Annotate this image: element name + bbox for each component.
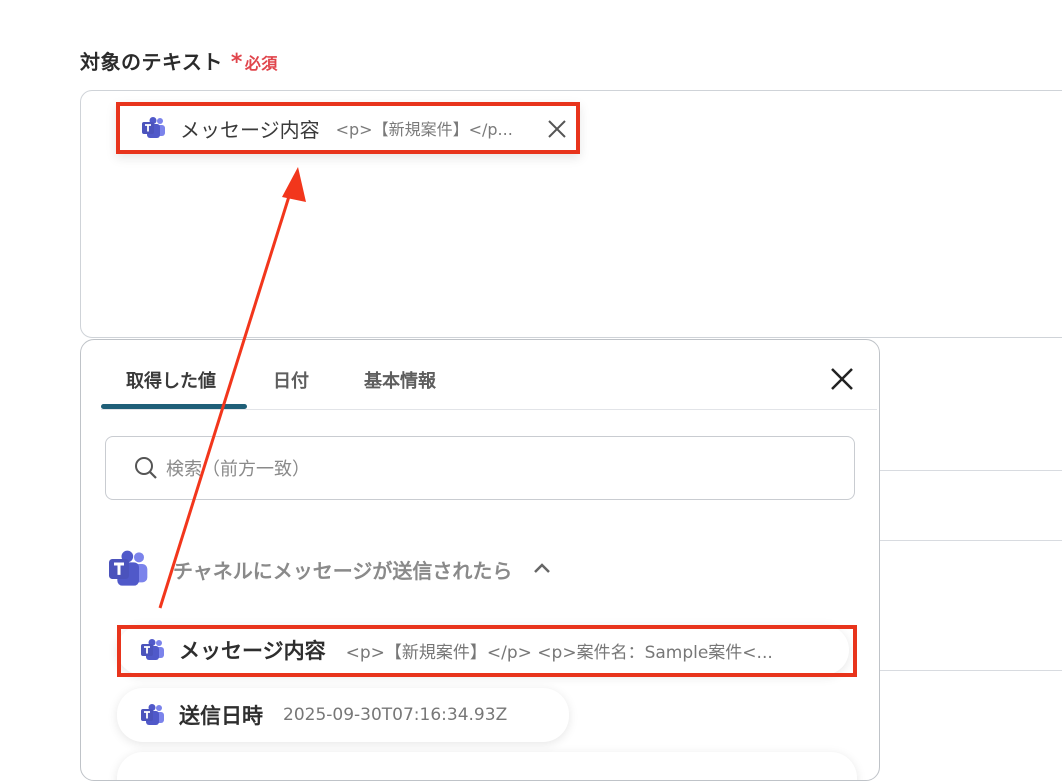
required-mark: * — [230, 50, 243, 75]
list-item[interactable] — [117, 752, 857, 780]
field-label: 対象のテキスト * 必須 — [80, 46, 278, 75]
item-name: メッセージ内容 — [179, 639, 326, 663]
background-divider — [880, 470, 1062, 471]
group-title: チャネルにメッセージが送信されたら — [173, 558, 513, 583]
background-divider — [880, 670, 1062, 671]
chevron-up-icon[interactable] — [532, 559, 552, 579]
tab-acquired-values[interactable]: 取得した値 — [126, 367, 216, 393]
teams-icon — [142, 117, 165, 138]
chip-value: <p>【新規案件】</p... — [335, 120, 513, 139]
tab-divider — [101, 409, 877, 410]
search-input[interactable]: 検索（前方一致） — [105, 436, 855, 500]
tab-date[interactable]: 日付 — [273, 367, 309, 393]
teams-icon — [109, 550, 148, 586]
field-label-text: 対象のテキスト — [80, 50, 223, 74]
chip-name: メッセージ内容 — [180, 117, 320, 142]
close-icon[interactable] — [829, 366, 855, 392]
list-item[interactable]: 送信日時 2025-09-30T07:16:34.93Z — [117, 688, 569, 742]
teams-icon — [141, 639, 164, 660]
required-text: 必須 — [244, 54, 278, 73]
item-name: 送信日時 — [179, 704, 263, 728]
selected-value-chip[interactable]: メッセージ内容 <p>【新規案件】</p... — [116, 102, 580, 154]
teams-icon — [141, 704, 164, 725]
search-icon — [135, 457, 157, 479]
group-header[interactable]: チャネルにメッセージが送信されたら — [109, 550, 552, 588]
tab-basic-info[interactable]: 基本情報 — [364, 367, 436, 393]
background-divider — [880, 540, 1062, 541]
list-item[interactable]: メッセージ内容 <p>【新規案件】</p> <p>案件名：Sample案件<..… — [117, 625, 849, 675]
item-value: <p>【新規案件】</p> <p>案件名：Sample案件<... — [345, 642, 773, 663]
search-placeholder: 検索（前方一致） — [166, 459, 310, 480]
value-picker-panel: 取得した値 日付 基本情報 検索（前方一致） チャネルにメッセージが送信されたら — [80, 339, 880, 781]
item-value: 2025-09-30T07:16:34.93Z — [283, 705, 508, 725]
close-icon[interactable] — [546, 118, 568, 140]
